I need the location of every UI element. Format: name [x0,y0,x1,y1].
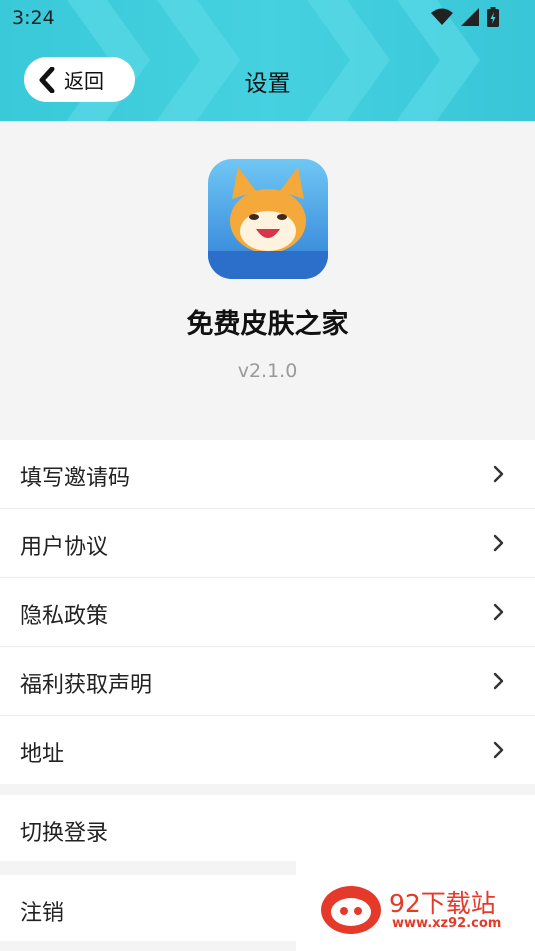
chevron-right-icon [493,465,504,483]
app-info-section: 免费皮肤之家 v2.1.0 [0,121,535,439]
switch-login-section: 切换登录 [0,795,535,861]
wifi-icon [431,8,453,25]
chevron-right-icon [493,534,504,552]
menu-item-address[interactable]: 地址 [0,716,535,784]
watermark-title: 92下载站 [389,889,496,918]
watermark: 92下载站 www.xz92.com [296,860,535,951]
signal-icon [461,8,479,26]
status-time: 3:24 [12,7,55,29]
switch-login-button[interactable]: 切换登录 [0,795,535,861]
menu-item-invite-code[interactable]: 填写邀请码 [0,440,535,509]
page-title: 设置 [244,71,291,97]
watermark-logo-icon [321,886,381,934]
switch-login-label: 切换登录 [20,821,109,846]
settings-list: 填写邀请码 用户协议 隐私政策 福利获取声明 地址 [0,440,535,784]
status-bar: 3:24 [0,0,535,36]
battery-icon [487,7,499,27]
menu-item-label: 填写邀请码 [20,466,131,491]
chevron-right-icon [493,741,504,759]
app-version: v2.1.0 [237,360,298,382]
menu-item-benefit-statement[interactable]: 福利获取声明 [0,647,535,716]
chevron-right-icon [493,672,504,690]
menu-item-privacy-policy[interactable]: 隐私政策 [0,578,535,647]
watermark-url: www.xz92.com [392,916,502,931]
menu-item-label: 福利获取声明 [20,673,153,698]
header-bar: 3:24 返回 设置 [0,0,535,121]
menu-item-label: 用户协议 [20,535,109,560]
menu-item-user-agreement[interactable]: 用户协议 [0,509,535,578]
logout-label: 注销 [20,901,65,926]
menu-item-label: 隐私政策 [20,604,109,629]
app-logo [208,159,328,279]
app-name: 免费皮肤之家 [186,309,349,340]
menu-item-label: 地址 [20,742,65,767]
chevron-right-icon [493,603,504,621]
